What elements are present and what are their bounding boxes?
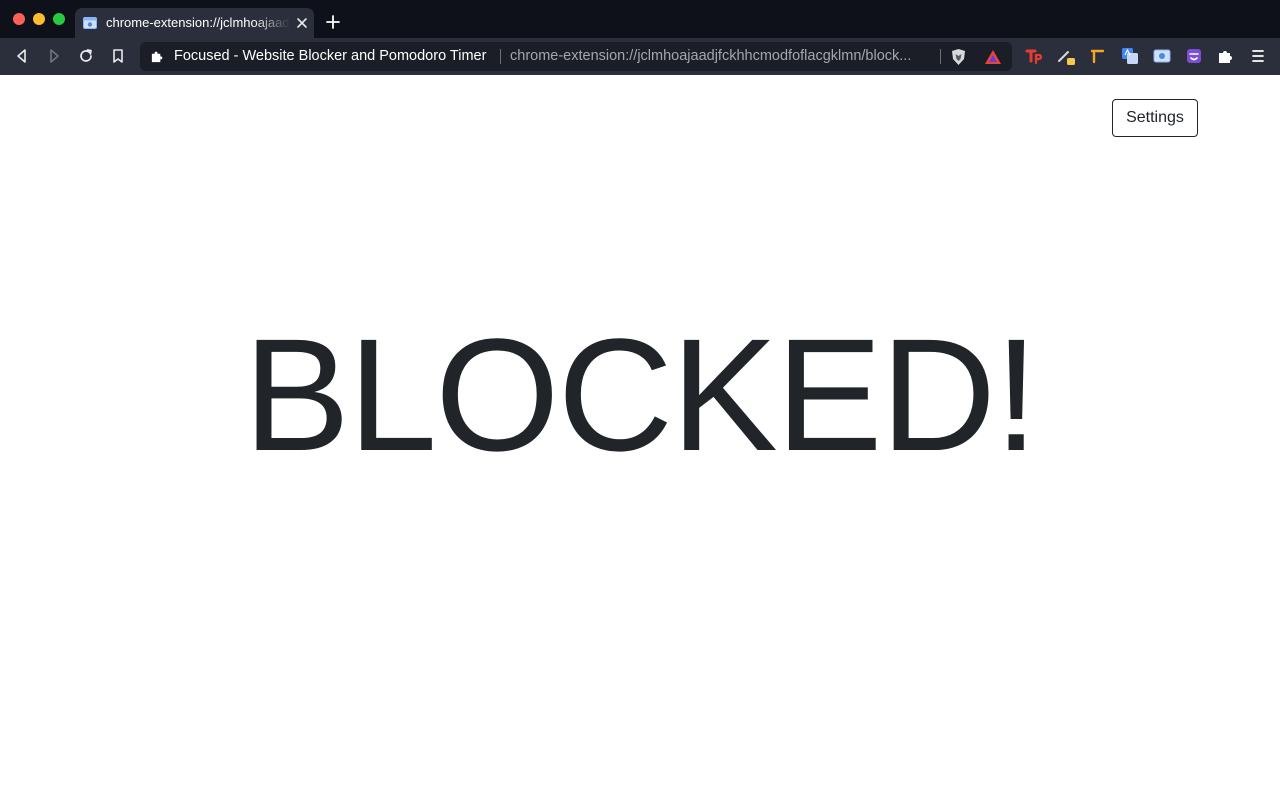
address-bar[interactable]: Focused - Website Blocker and Pomodoro T… xyxy=(140,42,1012,71)
puzzle-piece-icon xyxy=(151,51,163,63)
page-content: Settings BLOCKED! xyxy=(0,75,1280,800)
pencil-badge-icon[interactable] xyxy=(1057,47,1075,65)
browser-toolbar: Focused - Website Blocker and Pomodoro T… xyxy=(0,38,1280,75)
omnibox-divider xyxy=(940,49,941,64)
blocked-headline: BLOCKED! xyxy=(243,305,1038,484)
screenshot-icon[interactable] xyxy=(1153,47,1171,65)
close-window-button[interactable] xyxy=(13,13,25,25)
settings-button[interactable]: Settings xyxy=(1112,99,1198,137)
back-icon[interactable] xyxy=(13,47,31,65)
hammer-icon[interactable] xyxy=(1089,47,1107,65)
minimize-window-button[interactable] xyxy=(33,13,45,25)
browser-tab[interactable]: chrome-extension://jclmhoajaadjfckhhcmod… xyxy=(75,8,314,38)
extension-page-icon xyxy=(83,17,97,29)
tp-icon[interactable] xyxy=(1025,47,1043,65)
plus-icon[interactable] xyxy=(326,15,340,29)
omnibox-divider xyxy=(500,49,501,64)
bookmark-icon[interactable] xyxy=(109,47,127,65)
translate-icon[interactable] xyxy=(1121,47,1139,65)
brave-shields-icon[interactable] xyxy=(950,48,967,66)
page-title: Focused - Website Blocker and Pomodoro T… xyxy=(174,48,487,64)
brave-rewards-icon[interactable] xyxy=(984,49,1002,65)
reload-icon[interactable] xyxy=(77,47,95,65)
url-text[interactable]: chrome-extension://jclmhoajaadjfckhhcmod… xyxy=(510,48,930,65)
tab-title: chrome-extension://jclmhoajaadjfckhhcmod… xyxy=(106,15,290,30)
monster-icon[interactable] xyxy=(1185,47,1203,65)
forward-icon[interactable] xyxy=(45,47,63,65)
puzzle-piece-icon[interactable] xyxy=(1217,47,1235,65)
zoom-window-button[interactable] xyxy=(53,13,65,25)
menu-icon[interactable] xyxy=(1249,47,1267,65)
tab-strip: chrome-extension://jclmhoajaadjfckhhcmod… xyxy=(0,0,1280,38)
close-tab-icon[interactable] xyxy=(295,16,309,30)
